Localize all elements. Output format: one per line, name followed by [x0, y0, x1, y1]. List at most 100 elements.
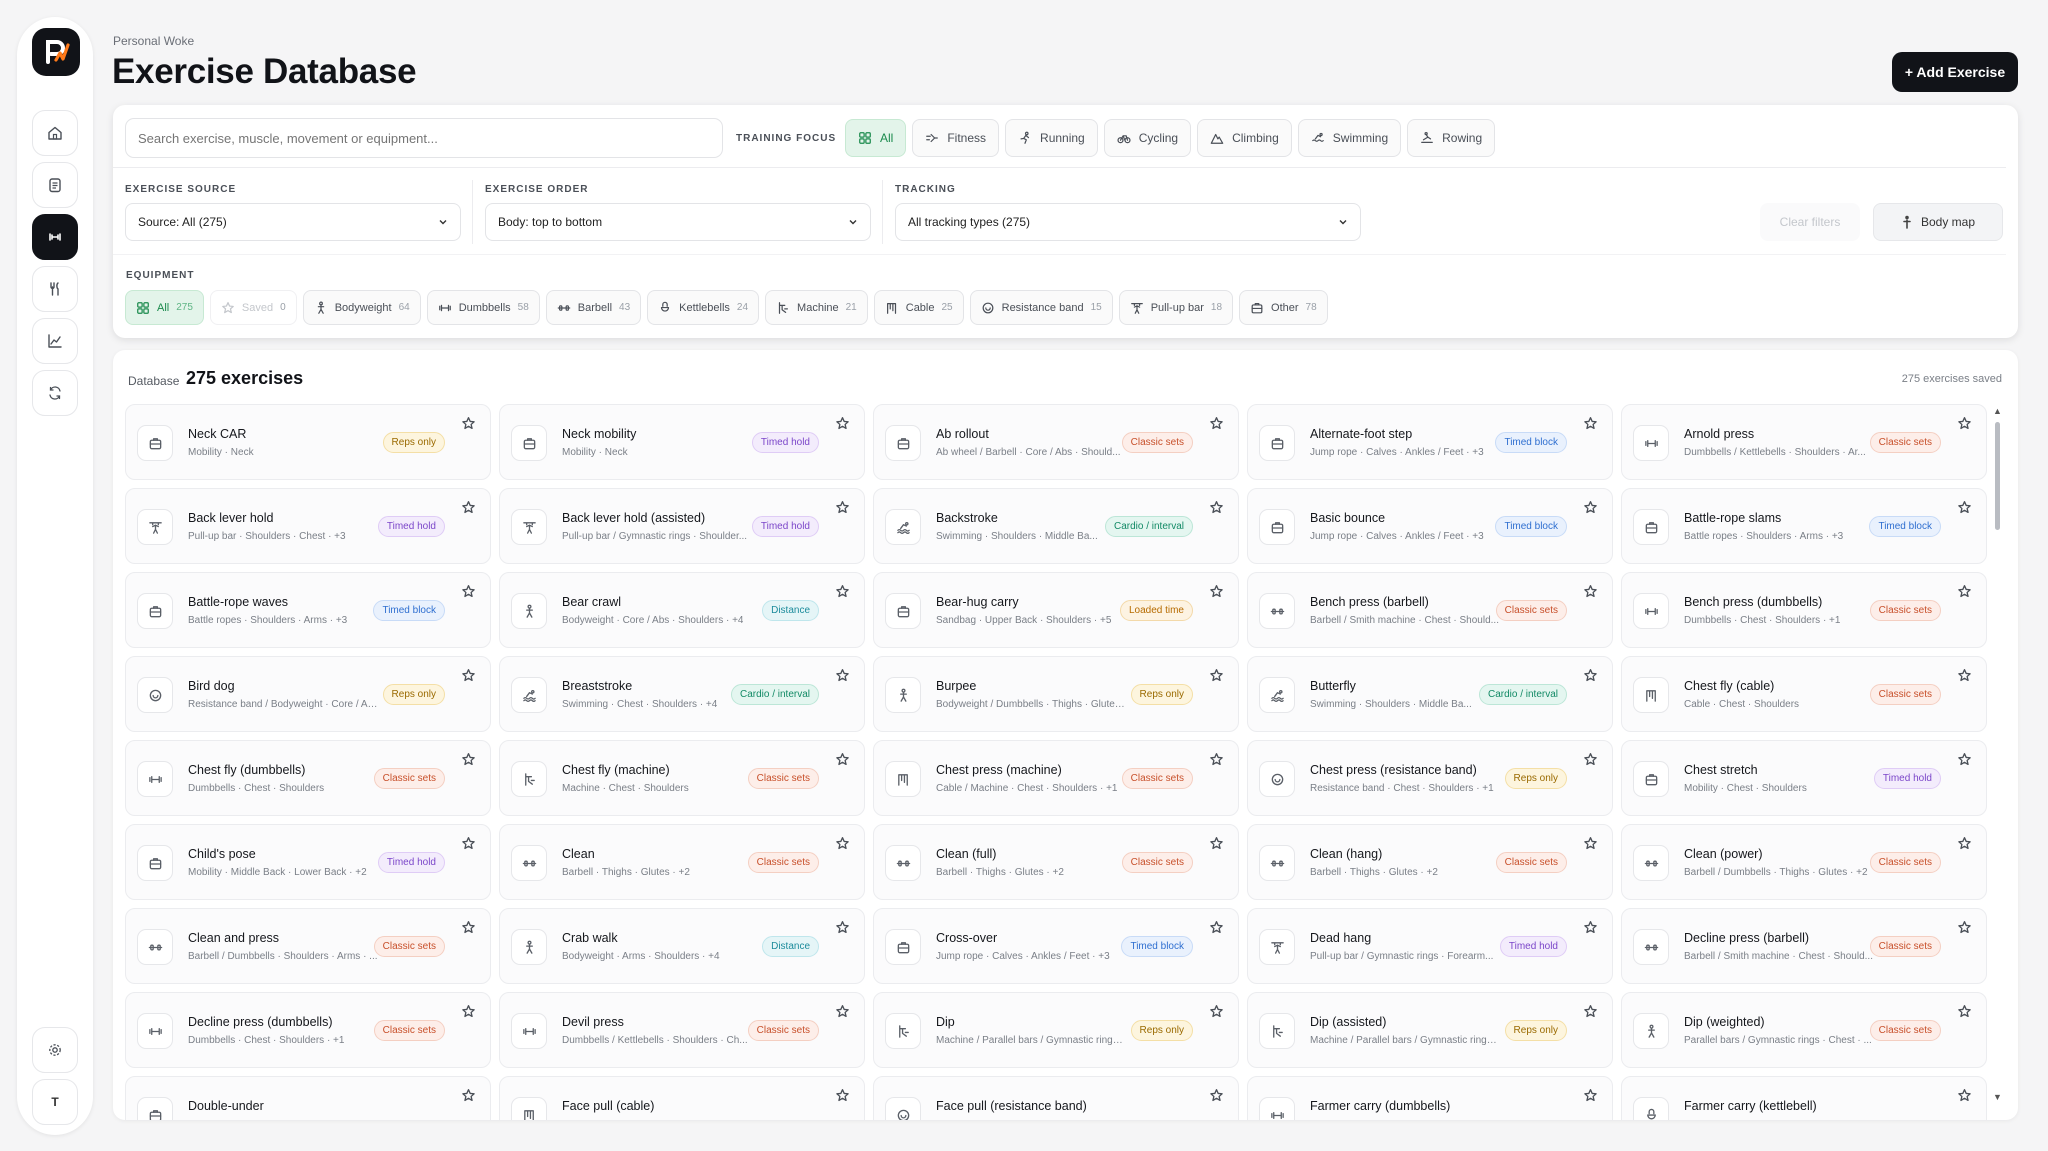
focus-chip-rowing[interactable]: Rowing — [1407, 119, 1496, 157]
exercise-card[interactable]: Face pull (resistance band) — [873, 1076, 1239, 1120]
star-icon[interactable] — [1583, 752, 1598, 767]
nav-plans[interactable] — [32, 162, 78, 208]
focus-chip-running[interactable]: Running — [1005, 119, 1098, 157]
tracking-select[interactable]: All tracking types (275) — [895, 203, 1361, 241]
star-icon[interactable] — [1209, 500, 1224, 515]
scroll-up-arrow[interactable]: ▲ — [1993, 406, 2002, 416]
star-icon[interactable] — [1957, 416, 1972, 431]
add-exercise-button[interactable]: + Add Exercise — [1892, 52, 2018, 92]
exercise-card[interactable]: Child's pose Mobility · Middle Back · Low… — [125, 824, 491, 900]
exercise-card[interactable]: Dip (assisted) Machine / Parallel bars / … — [1247, 992, 1613, 1068]
star-icon[interactable] — [1957, 752, 1972, 767]
exercise-card[interactable]: Ab rollout Ab wheel / Barbell · Core / Ab… — [873, 404, 1239, 480]
star-icon[interactable] — [1209, 584, 1224, 599]
body-map-button[interactable]: Body map — [1873, 203, 2003, 241]
exercise-card[interactable]: Burpee Bodyweight / Dumbbells · Thighs · … — [873, 656, 1239, 732]
equipment-chip-barbell[interactable]: Barbell 43 — [545, 290, 642, 325]
exercise-card[interactable]: Bench press (barbell) Barbell / Smith mac… — [1247, 572, 1613, 648]
exercise-card[interactable]: Clean (full) Barbell · Thighs · Glutes · … — [873, 824, 1239, 900]
star-icon[interactable] — [1583, 500, 1598, 515]
focus-chip-all[interactable]: All — [845, 119, 907, 157]
star-icon[interactable] — [461, 836, 476, 851]
star-icon[interactable] — [461, 584, 476, 599]
exercise-source-select[interactable]: Source: All (275) — [125, 203, 461, 241]
exercise-card[interactable]: Breaststroke Swimming · Chest · Shoulders… — [499, 656, 865, 732]
star-icon[interactable] — [1583, 836, 1598, 851]
star-icon[interactable] — [1583, 1004, 1598, 1019]
exercise-card[interactable]: Chest fly (machine) Machine · Chest · Sho… — [499, 740, 865, 816]
star-icon[interactable] — [1583, 668, 1598, 683]
exercise-card[interactable]: Decline press (barbell) Barbell / Smith m… — [1621, 908, 1987, 984]
star-icon[interactable] — [1957, 836, 1972, 851]
star-icon[interactable] — [461, 752, 476, 767]
equipment-chip-resistance-band[interactable]: Resistance band 15 — [969, 290, 1113, 325]
equipment-chip-pull-up-bar[interactable]: Pull-up bar 18 — [1118, 290, 1234, 325]
star-icon[interactable] — [461, 1004, 476, 1019]
star-icon[interactable] — [1209, 752, 1224, 767]
star-icon[interactable] — [835, 1004, 850, 1019]
exercise-card[interactable]: Face pull (cable) — [499, 1076, 865, 1120]
star-icon[interactable] — [835, 584, 850, 599]
nav-sync[interactable] — [32, 370, 78, 416]
exercise-card[interactable]: Double-under — [125, 1076, 491, 1120]
nav-home[interactable] — [32, 110, 78, 156]
exercise-card[interactable]: Chest fly (dumbbells) Dumbbells · Chest ·… — [125, 740, 491, 816]
exercise-card[interactable]: Decline press (dumbbells) Dumbbells · Che… — [125, 992, 491, 1068]
star-icon[interactable] — [835, 668, 850, 683]
star-icon[interactable] — [461, 416, 476, 431]
equipment-chip-bodyweight[interactable]: Bodyweight 64 — [302, 290, 421, 325]
exercise-card[interactable]: Chest press (resistance band) Resistance … — [1247, 740, 1613, 816]
exercise-card[interactable]: Bear-hug carry Sandbag · Upper Back · Sho… — [873, 572, 1239, 648]
search-input[interactable] — [125, 118, 723, 158]
exercise-card[interactable]: Clean Barbell · Thighs · Glutes · +2 Class… — [499, 824, 865, 900]
exercise-card[interactable]: Battle-rope slams Battle ropes · Shoulder… — [1621, 488, 1987, 564]
exercise-card[interactable]: Cross-over Jump rope · Calves · Ankles / … — [873, 908, 1239, 984]
exercise-card[interactable]: Back lever hold (assisted) Pull-up bar / … — [499, 488, 865, 564]
star-icon[interactable] — [1209, 1088, 1224, 1103]
star-icon[interactable] — [1209, 668, 1224, 683]
exercise-card[interactable]: Arnold press Dumbbells / Kettlebells · Sh… — [1621, 404, 1987, 480]
star-icon[interactable] — [461, 1088, 476, 1103]
focus-chip-swimming[interactable]: Swimming — [1297, 119, 1402, 157]
exercise-card[interactable]: Farmer carry (dumbbells) — [1247, 1076, 1613, 1120]
star-icon[interactable] — [1209, 1004, 1224, 1019]
exercise-card[interactable]: Chest fly (cable) Cable · Chest · Shoulde… — [1621, 656, 1987, 732]
exercise-card[interactable]: Devil press Dumbbells / Kettlebells · Sho… — [499, 992, 865, 1068]
exercise-card[interactable]: Bird dog Resistance band / Bodyweight · C… — [125, 656, 491, 732]
nav-settings[interactable] — [32, 1027, 78, 1073]
nav-progress[interactable] — [32, 318, 78, 364]
exercise-card[interactable]: Bench press (dumbbells) Dumbbells · Chest… — [1621, 572, 1987, 648]
star-icon[interactable] — [1957, 668, 1972, 683]
exercise-card[interactable]: Chest press (machine) Cable / Machine · C… — [873, 740, 1239, 816]
star-icon[interactable] — [461, 920, 476, 935]
star-icon[interactable] — [835, 1088, 850, 1103]
star-icon[interactable] — [1209, 836, 1224, 851]
star-icon[interactable] — [1957, 1088, 1972, 1103]
scrollbar-thumb[interactable] — [1995, 422, 2000, 530]
focus-chip-climbing[interactable]: Climbing — [1197, 119, 1292, 157]
exercise-card[interactable]: Clean and press Barbell / Dumbbells · Sho… — [125, 908, 491, 984]
equipment-chip-all[interactable]: All 275 — [125, 290, 204, 325]
focus-chip-fitness[interactable]: Fitness — [912, 119, 1000, 157]
equipment-chip-kettlebells[interactable]: Kettlebells 24 — [647, 290, 760, 325]
star-icon[interactable] — [461, 500, 476, 515]
exercise-card[interactable]: Neck mobility Mobility · Neck Timed hold — [499, 404, 865, 480]
exercise-card[interactable]: Butterfly Swimming · Shoulders · Middle B… — [1247, 656, 1613, 732]
equipment-chip-saved[interactable]: Saved 0 — [209, 290, 297, 325]
avatar[interactable]: T — [32, 1079, 78, 1125]
exercise-card[interactable]: Battle-rope waves Battle ropes · Shoulder… — [125, 572, 491, 648]
exercise-card[interactable]: Neck CAR Mobility · Neck Reps only — [125, 404, 491, 480]
nav-exercises[interactable] — [32, 214, 78, 260]
equipment-chip-dumbbells[interactable]: Dumbbells 58 — [426, 290, 540, 325]
star-icon[interactable] — [1583, 584, 1598, 599]
exercise-card[interactable]: Farmer carry (kettlebell) — [1621, 1076, 1987, 1120]
clear-filters-button[interactable]: Clear filters — [1760, 203, 1860, 241]
star-icon[interactable] — [1957, 584, 1972, 599]
star-icon[interactable] — [835, 836, 850, 851]
star-icon[interactable] — [1957, 920, 1972, 935]
star-icon[interactable] — [1209, 416, 1224, 431]
nav-nutrition[interactable] — [32, 266, 78, 312]
exercise-card[interactable]: Basic bounce Jump rope · Calves · Ankles … — [1247, 488, 1613, 564]
star-icon[interactable] — [835, 920, 850, 935]
focus-chip-cycling[interactable]: Cycling — [1103, 119, 1192, 157]
